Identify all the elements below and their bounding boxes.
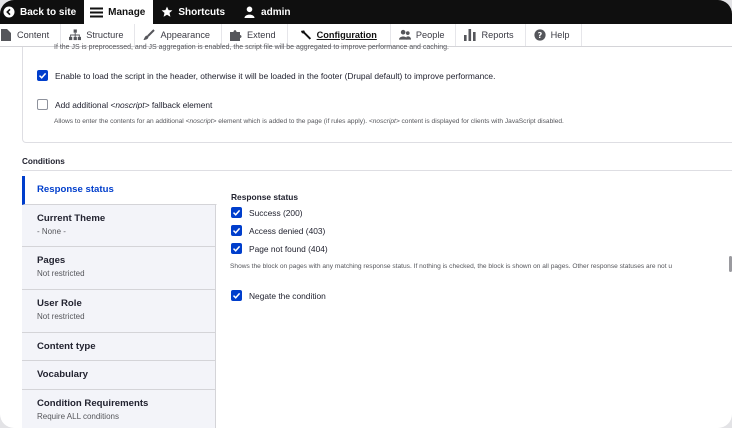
user-tab[interactable]: admin [233,0,298,24]
tray-item-label: Configuration [316,30,377,40]
header-script-label: Enable to load the script in the header,… [55,70,496,81]
hamburger-icon [90,6,104,19]
tray-item-label: Content [17,30,50,40]
check-icon [232,245,241,252]
noscript-checkbox[interactable] [37,99,48,110]
vtab-title: Pages [37,255,66,266]
tray-item-help[interactable]: ? Help [526,24,582,46]
tray-item-reports[interactable]: Reports [456,24,526,46]
status-404-checkbox[interactable] [231,243,242,254]
tray-item-label: People [415,30,445,40]
vtab-vocabulary[interactable]: Vocabulary [22,361,216,390]
conditions-heading: Conditions [22,157,65,166]
vtab-summary: Not restricted [37,312,85,321]
noscript-description: Allows to enter the contents for an addi… [54,118,564,125]
status-404-checkbox-row[interactable]: Page not found (404) [231,243,328,254]
vtab-title: Condition Requirements [37,398,149,409]
tray-item-content[interactable]: Content [0,24,62,46]
vtab-title: Content type [37,341,96,352]
back-to-site-label: Back to site [20,6,77,18]
wrench-icon [300,29,312,41]
status-404-label: Page not found (404) [249,243,328,254]
conditions-divider [22,170,732,171]
vtab-content-type[interactable]: Content type [22,333,216,361]
user-label: admin [261,6,291,18]
vtab-condition-requirements[interactable]: Condition Requirements Require ALL condi… [22,390,216,428]
manage-label: Manage [108,6,146,18]
check-icon [232,209,241,216]
response-status-heading: Response status [231,192,299,202]
tray-item-label: Reports [481,30,514,40]
vtab-summary: Require ALL conditions [37,412,119,421]
noscript-label: Add additional <noscript> fallback eleme… [55,99,213,110]
tray-item-people[interactable]: People [391,24,457,46]
tray-item-label: Extend [247,30,276,40]
vtab-title: Response status [37,184,114,195]
tray-item-extend[interactable]: Extend [222,24,288,46]
file-icon [0,29,12,41]
check-icon [38,72,47,79]
check-icon [232,292,241,299]
noscript-checkbox-row[interactable]: Add additional <noscript> fallback eleme… [37,99,212,110]
svg-text:?: ? [537,31,542,40]
status-200-checkbox[interactable] [231,207,242,218]
vtab-summary: - None - [37,227,66,236]
response-status-help: Shows the block on pages with any matchi… [230,263,673,270]
tray-item-label: Appearance [160,30,211,40]
tray-item-label: Structure [86,30,124,40]
back-to-site-link[interactable]: Back to site [0,0,84,24]
vtab-summary: Not restricted [37,269,85,278]
sitemap-icon [69,29,82,41]
status-403-checkbox[interactable] [231,225,242,236]
vtab-title: Vocabulary [37,369,89,380]
chevron-left-icon [2,6,15,19]
vtab-response-status[interactable]: Response status [22,176,217,205]
paint-brush-icon [143,29,156,41]
status-403-label: Access denied (403) [249,225,326,236]
people-icon [398,29,411,41]
negate-label: Negate the condition [249,290,326,301]
puzzle-icon [230,29,242,41]
star-icon [160,6,173,19]
manage-tab[interactable]: Manage [84,0,154,24]
vertical-tabs: Response status Current Theme - None - P… [22,176,217,428]
negate-checkbox-row[interactable]: Negate the condition [231,290,326,301]
vtab-title: User Role [37,298,82,309]
tray-item-label: Help [550,30,570,40]
header-script-checkbox-row[interactable]: Enable to load the script in the header,… [37,70,495,81]
shortcuts-label: Shortcuts [178,6,226,18]
header-script-checkbox[interactable] [37,70,48,81]
status-200-checkbox-row[interactable]: Success (200) [231,207,303,218]
script-settings-box [22,47,732,143]
tray-item-structure[interactable]: Structure [61,24,136,46]
user-icon [243,6,256,19]
tray-item-configuration[interactable]: Configuration [288,24,391,46]
check-icon [232,227,241,234]
vtab-pages[interactable]: Pages Not restricted [22,247,216,290]
vtab-current-theme[interactable]: Current Theme - None - [22,205,216,247]
admin-toolbar: Back to site Manage Shortcuts admin [0,0,732,24]
status-403-checkbox-row[interactable]: Access denied (403) [231,225,325,236]
app-window: Back to site Manage Shortcuts admin Cont… [0,0,732,428]
vtab-user-role[interactable]: User Role Not restricted [22,290,216,333]
status-200-label: Success (200) [249,207,303,218]
tray-item-appearance[interactable]: Appearance [135,24,223,46]
vtab-title: Current Theme [37,213,106,224]
help-icon: ? [534,29,546,41]
bar-chart-icon [464,29,477,41]
negate-checkbox[interactable] [231,290,242,301]
shortcuts-tab[interactable]: Shortcuts [153,0,233,24]
